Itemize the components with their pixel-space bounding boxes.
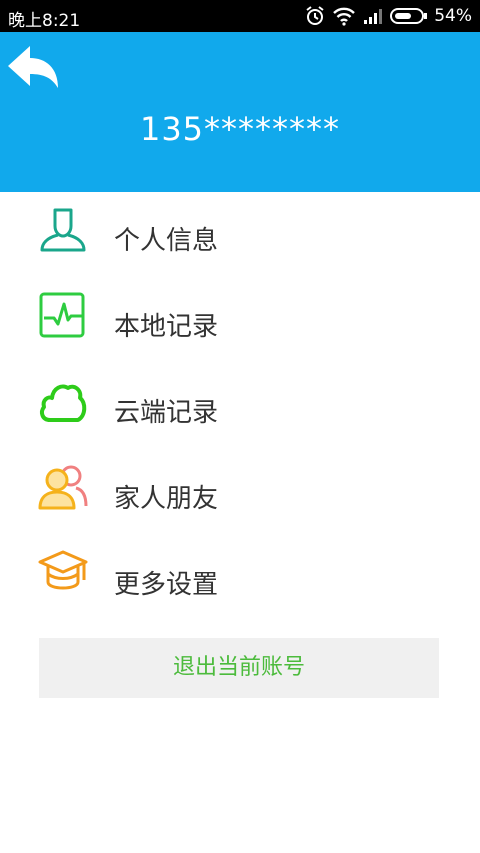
back-arrow-icon <box>8 46 58 88</box>
profile-header: 135******** <box>0 32 480 192</box>
cloud-icon <box>40 384 87 422</box>
menu-label: 个人信息 <box>114 226 219 256</box>
family-icon <box>38 465 88 510</box>
menu-item-family-friends[interactable]: 家人朋友 <box>0 450 480 536</box>
menu-label: 家人朋友 <box>114 484 219 514</box>
signal-icon <box>362 7 384 25</box>
back-button[interactable] <box>4 40 66 96</box>
menu-label: 云端记录 <box>114 398 219 428</box>
menu-item-more-settings[interactable]: 更多设置 <box>0 536 480 622</box>
status-icons: 54% <box>304 5 472 27</box>
wifi-icon <box>332 6 356 26</box>
alarm-icon <box>304 5 326 27</box>
battery-percent: 54% <box>434 6 472 26</box>
logout-button[interactable]: 退出当前账号 <box>39 638 439 698</box>
menu-item-cloud-records[interactable]: 云端记录 <box>0 364 480 450</box>
menu-item-local-records[interactable]: 本地记录 <box>0 278 480 364</box>
menu-list: 个人信息 本地记录 云端记录 家人朋友 更多设置 <box>0 192 480 622</box>
status-bar: 晚上8:21 54% <box>0 0 480 32</box>
status-time: 晚上8:21 <box>8 11 81 31</box>
menu-item-personal-info[interactable]: 个人信息 <box>0 192 480 278</box>
menu-label: 更多设置 <box>114 570 219 600</box>
person-icon <box>40 208 86 252</box>
account-phone: 135******** <box>139 110 341 148</box>
graduation-cap-icon <box>38 550 88 590</box>
pulse-icon <box>39 292 85 338</box>
menu-label: 本地记录 <box>114 312 219 342</box>
battery-icon <box>390 7 428 25</box>
